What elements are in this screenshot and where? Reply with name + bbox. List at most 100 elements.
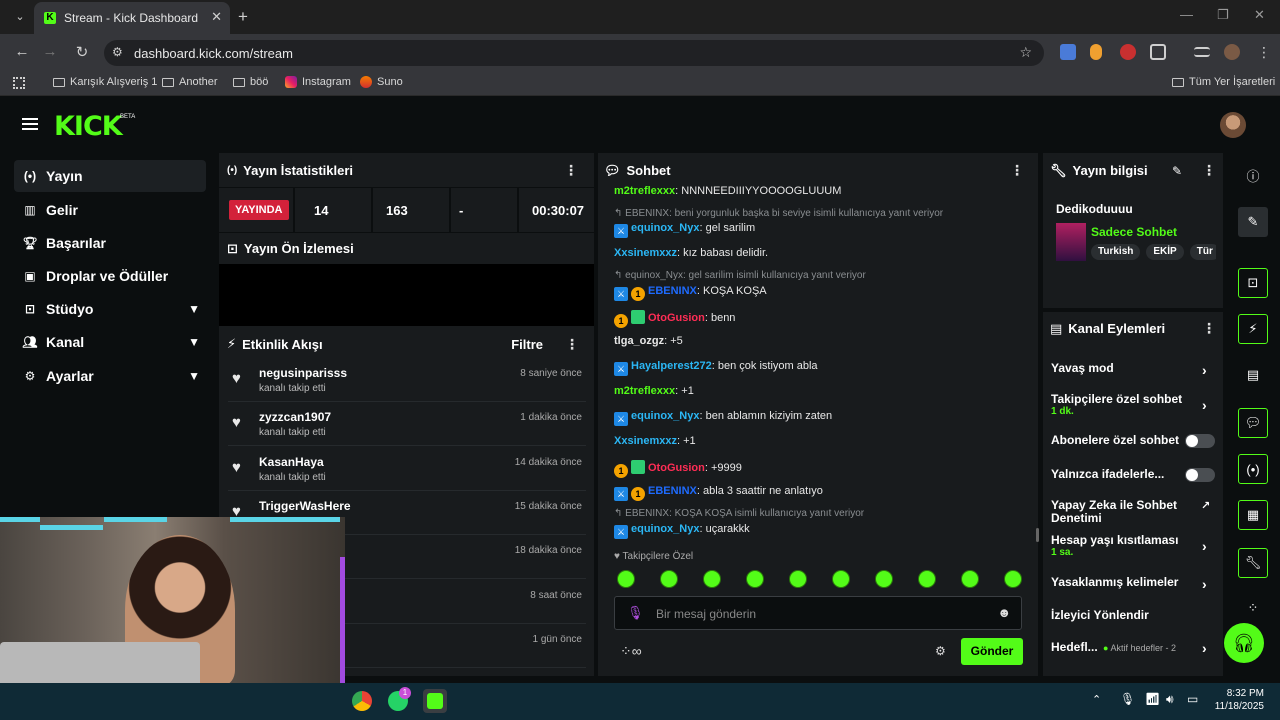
site-info-icon[interactable]: ⚙: [112, 45, 123, 59]
bookmark-item[interactable]: böö: [233, 76, 268, 88]
chat-reply-context[interactable]: ↰ EBENINX: KOŞA KOŞA isimli kullanıcıya …: [614, 508, 864, 519]
emote-icon[interactable]: [832, 570, 850, 588]
back-icon[interactable]: ←: [12, 43, 32, 60]
wrench-icon[interactable]: 🔧︎: [1238, 548, 1268, 578]
close-window-icon[interactable]: ✕: [1254, 7, 1265, 23]
chat-username[interactable]: OtoGusion: [648, 462, 705, 474]
lightning-icon[interactable]: ⚡︎: [1238, 314, 1268, 344]
edit-pencil-icon[interactable]: ✎: [1172, 164, 1182, 178]
chat-username[interactable]: EBENINX: [648, 285, 697, 297]
chat-message[interactable]: Xxsinemxxz: kız babası delidir.: [614, 247, 768, 259]
extensions-puzzle-icon[interactable]: [1150, 44, 1166, 60]
sidebar-item-studyo[interactable]: ⊡ Stüdyo ▼: [14, 293, 206, 325]
chat-message[interactable]: ⚔ equinox_Nyx: uçarakkk: [614, 523, 750, 539]
profile-icon[interactable]: [1224, 44, 1240, 60]
more-options-icon[interactable]: ⋮: [564, 162, 578, 179]
chat-message[interactable]: 1 OtoGusion: benn: [614, 310, 735, 328]
bookmark-item[interactable]: Another: [162, 76, 218, 88]
more-options-icon[interactable]: ⋮: [1202, 162, 1216, 179]
emote-icon[interactable]: [875, 570, 893, 588]
microphone-icon[interactable]: 🎙︎: [627, 605, 644, 621]
support-headset-icon[interactable]: 🎧︎: [1224, 623, 1264, 663]
volume-icon[interactable]: 🔊︎: [1166, 692, 1174, 707]
layout-icon[interactable]: ▦: [1238, 500, 1268, 530]
chat-message[interactable]: m2treflexxx: +1: [614, 385, 694, 397]
info-icon[interactable]: ⓘ: [1238, 160, 1268, 190]
channel-action-item[interactable]: Takipçilere özel sohbet 1 dk. ›: [1051, 393, 1215, 418]
menu-kebab-icon[interactable]: ⋮: [1257, 44, 1271, 61]
chat-message[interactable]: ⚔ equinox_Nyx: gel sarilim: [614, 222, 755, 238]
new-tab-icon[interactable]: +: [238, 7, 248, 27]
category-name[interactable]: Sadece Sohbet: [1091, 225, 1177, 239]
maximize-icon[interactable]: ❐: [1217, 7, 1229, 23]
minimize-icon[interactable]: —: [1180, 7, 1193, 22]
sidebar-item-ayarlar[interactable]: ⚙ Ayarlar ▼: [14, 360, 206, 392]
tag[interactable]: Turkish: [1091, 244, 1141, 260]
reload-icon[interactable]: ↻: [72, 43, 92, 61]
sidebar-item-kanal[interactable]: 👥︎ Kanal ▼: [14, 326, 206, 358]
tray-chevron-icon[interactable]: ⌃: [1092, 693, 1101, 706]
emote-icon[interactable]: [1004, 570, 1022, 588]
edit-pencil-icon[interactable]: ✎: [1238, 207, 1268, 237]
media-control-icon[interactable]: [1194, 47, 1210, 57]
chat-username[interactable]: Xxsinemxxz: [614, 435, 677, 447]
microphone-icon[interactable]: 🎙︎: [1120, 692, 1135, 706]
close-tab-icon[interactable]: ✕: [211, 9, 222, 25]
activity-item[interactable]: ♥ zyzzcan1907 kanalı takip etti 1 dakika ön…: [228, 402, 586, 447]
translate-ext-icon[interactable]: [1060, 44, 1076, 60]
infinity-icon[interactable]: ⁘∞: [620, 643, 642, 660]
clock[interactable]: 8:32 PM 11/18/2025: [1208, 687, 1264, 713]
sidebar-item-droplar[interactable]: ▣ Droplar ve Ödüller: [14, 260, 206, 292]
omnibox[interactable]: ⚙ dashboard.kick.com/stream ☆: [104, 40, 1044, 66]
channel-action-item[interactable]: Yalnızca ifadelerle...: [1051, 468, 1215, 482]
preview-icon[interactable]: ⊡: [1238, 268, 1268, 298]
adblock-icon[interactable]: [1120, 44, 1136, 60]
gear-icon[interactable]: ⚙: [935, 644, 946, 658]
emote-icon[interactable]: [703, 570, 721, 588]
user-avatar[interactable]: [1220, 112, 1246, 138]
wifi-icon[interactable]: 📶︎: [1145, 692, 1160, 706]
sidebar-item-basarilar[interactable]: 🏆︎ Başarılar: [14, 227, 206, 259]
chat-username[interactable]: equinox_Nyx: [631, 222, 699, 234]
activity-username[interactable]: zyzzcan1907: [259, 410, 331, 424]
app-icon[interactable]: [423, 689, 447, 713]
channel-action-item[interactable]: İzleyici Yönlendir: [1051, 609, 1215, 622]
extension-icon[interactable]: [1090, 44, 1102, 60]
chat-username[interactable]: equinox_Nyx: [631, 523, 699, 535]
chat-reply-context[interactable]: ↰ equinox_Nyx: gel sarilim isimli kullan…: [614, 270, 866, 281]
channel-action-item[interactable]: Yavaş mod ›: [1051, 362, 1215, 379]
chat-username[interactable]: tlga_ozgz: [614, 335, 664, 347]
url-text[interactable]: dashboard.kick.com/stream: [134, 46, 293, 61]
chat-message[interactable]: ⚔ 1 EBENINX: abla 3 saattir ne anlatıyo: [614, 485, 823, 501]
channel-action-item[interactable]: Abonelere özel sohbet: [1051, 434, 1215, 448]
activity-item[interactable]: ♥ KasanHaya kanalı takip etti 14 dakika önc…: [228, 447, 586, 491]
filter-button[interactable]: Filtre: [511, 337, 543, 352]
hamburger-menu-icon[interactable]: [22, 118, 38, 130]
chat-scrollbar[interactable]: [1036, 528, 1039, 542]
emote-icon[interactable]: [918, 570, 936, 588]
chat-bubble-icon[interactable]: 💬︎: [1238, 408, 1268, 438]
more-options-icon[interactable]: ⋮: [1202, 320, 1216, 337]
chat-username[interactable]: m2treflexxx: [614, 185, 675, 197]
chat-message[interactable]: Xxsinemxxz: +1: [614, 435, 696, 447]
toggle-switch[interactable]: [1185, 468, 1215, 482]
channel-action-item[interactable]: Hedefl... ● Aktif hedefler - 2 ›: [1051, 640, 1215, 656]
stream-preview[interactable]: [219, 264, 594, 326]
more-options-icon[interactable]: ⋮: [1010, 162, 1024, 179]
channel-action-item[interactable]: Yasaklanmış kelimeler ›: [1051, 576, 1215, 593]
chat-message[interactable]: m2treflexxx: NNNNEEDIIIYYOOOOGLUUUM: [614, 185, 841, 197]
chat-username[interactable]: EBENINX: [648, 485, 697, 497]
toggle-switch[interactable]: [1185, 434, 1215, 448]
send-button[interactable]: Gönder: [961, 638, 1023, 665]
emote-icon[interactable]: [961, 570, 979, 588]
chat-username[interactable]: Xxsinemxxz: [614, 247, 677, 259]
chat-message[interactable]: ⚔ Hayalperest272: ben çok istiyom abla: [614, 360, 818, 376]
external-link-icon[interactable]: ↗: [1201, 499, 1210, 512]
notes-icon[interactable]: ▤: [1238, 360, 1268, 390]
chat-message[interactable]: tlga_ozgz: +5: [614, 335, 683, 347]
chat-username[interactable]: OtoGusion: [648, 312, 705, 324]
tag[interactable]: EKİP: [1146, 244, 1184, 260]
chat-message[interactable]: 1 OtoGusion: +9999: [614, 460, 742, 478]
apps-grid-icon[interactable]: [13, 77, 25, 89]
chat-username[interactable]: Hayalperest272: [631, 360, 712, 372]
